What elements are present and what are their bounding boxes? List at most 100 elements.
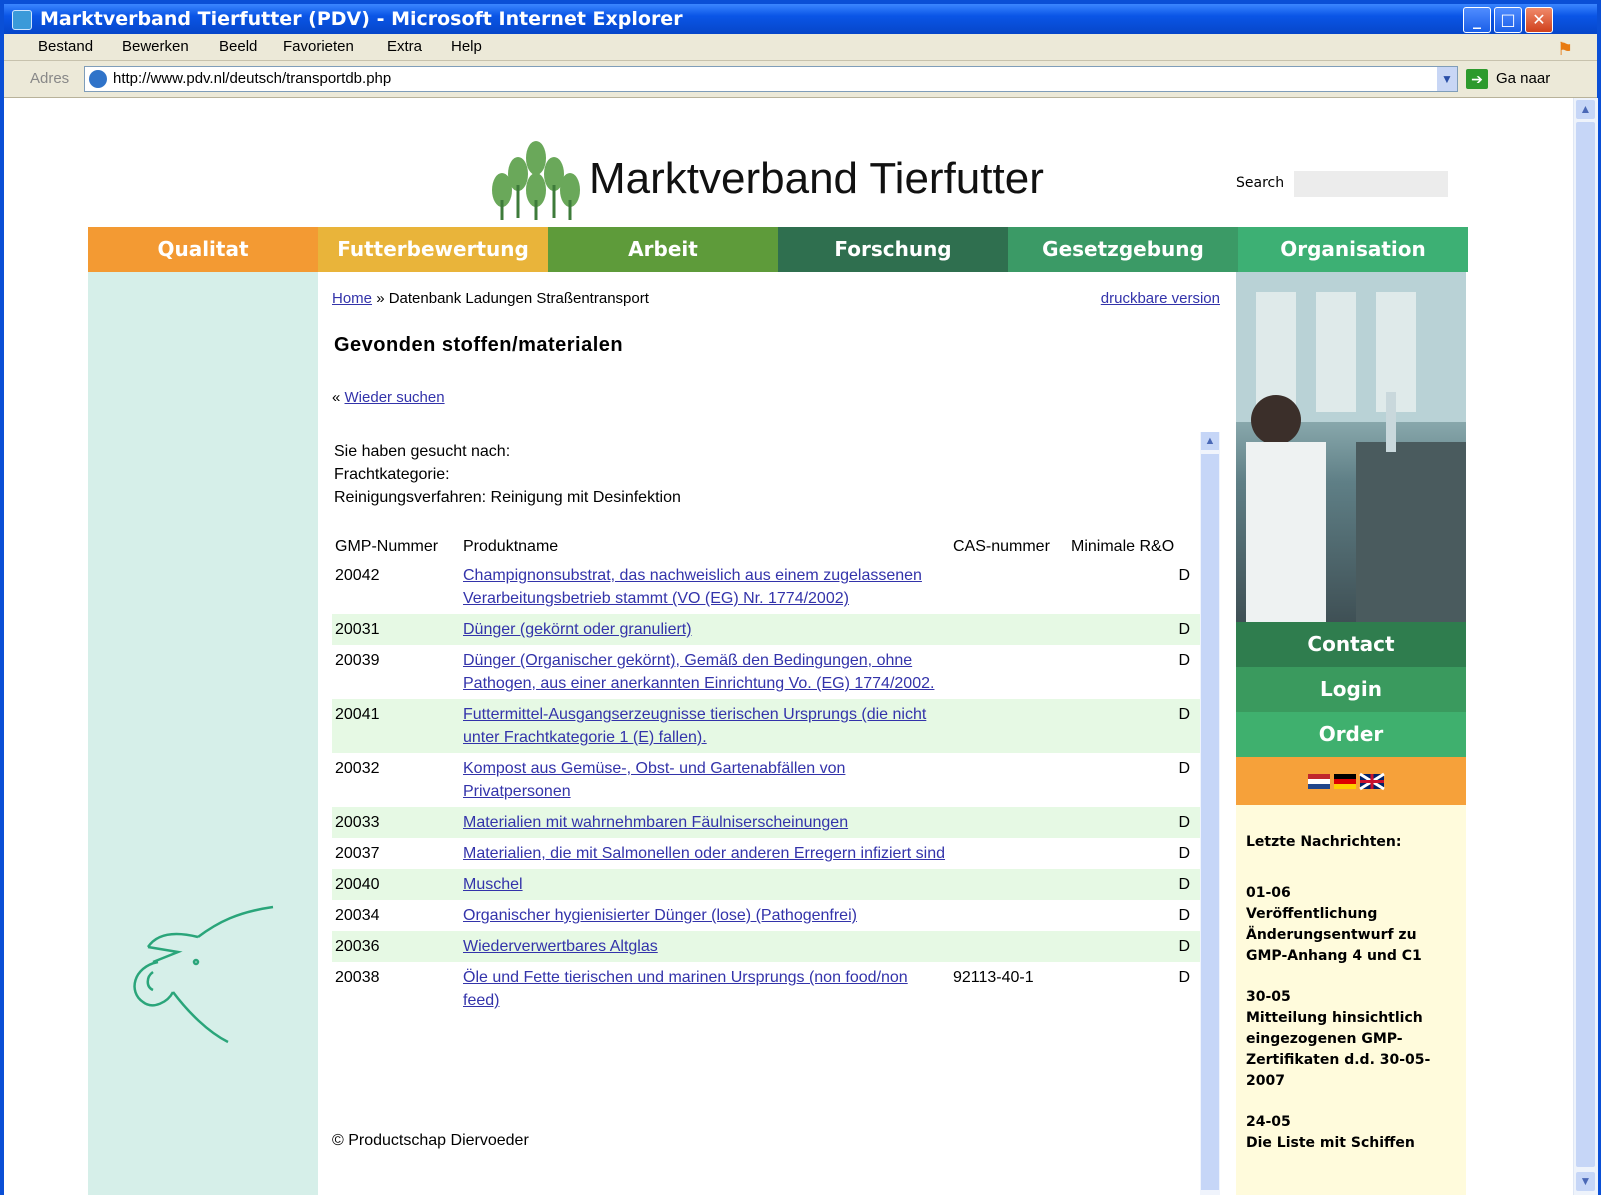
product-link[interactable]: Dünger (gekörnt oder granuliert): [463, 621, 692, 638]
left-column: [88, 272, 318, 1195]
product-link[interactable]: Muschel: [463, 876, 523, 893]
cell-name: Öle und Fette tierischen und marinen Urs…: [460, 962, 950, 1016]
nav-item-futterbewertung[interactable]: Futterbewertung: [318, 227, 548, 272]
news-text[interactable]: Veröffentlichung Änderungsentwurf zu GMP…: [1246, 904, 1456, 967]
breadcrumb-home-link[interactable]: Home: [332, 290, 372, 307]
ro-value: D: [1178, 621, 1190, 638]
gmp-number: 20032: [335, 760, 380, 777]
search-input[interactable]: [1294, 171, 1448, 197]
menu-beeld[interactable]: Beeld: [219, 34, 257, 60]
cell-cas: [950, 614, 1068, 645]
ie-page-icon: [12, 10, 32, 30]
table-row: 20036 Wiederverwertbares Altglas D: [332, 931, 1200, 962]
cell-name: Dünger (gekörnt oder granuliert): [460, 614, 950, 645]
gmp-number: 20039: [335, 652, 380, 669]
address-bar: Adres http://www.pdv.nl/deutsch/transpor…: [4, 61, 1597, 98]
cell-ro: D: [1068, 560, 1200, 614]
menu-favorieten[interactable]: Favorieten: [283, 34, 354, 60]
maximize-button[interactable]: □: [1494, 7, 1522, 33]
address-label: Adres: [30, 70, 70, 87]
minimize-button[interactable]: _: [1463, 7, 1491, 33]
cell-gmp: 20032: [332, 753, 460, 807]
query-line-2: Frachtkategorie:: [334, 466, 450, 483]
search-again-link[interactable]: Wieder suchen: [345, 389, 445, 406]
news-text[interactable]: Die Liste mit Schiffen: [1246, 1133, 1456, 1154]
gmp-number: 20041: [335, 706, 380, 723]
cell-gmp: 20038: [332, 962, 460, 1016]
product-link[interactable]: Organischer hygienisierter Dünger (lose)…: [463, 907, 857, 924]
cell-gmp: 20033: [332, 807, 460, 838]
window-scroll-down-icon[interactable]: ▼: [1576, 1172, 1595, 1191]
header-cas: CAS-nummer: [953, 538, 1050, 555]
gmp-number: 20040: [335, 876, 380, 893]
nav-item-arbeit[interactable]: Arbeit: [548, 227, 778, 272]
cell-cas: [950, 699, 1068, 753]
cell-name: Futtermittel-Ausgangserzeugnisse tierisc…: [460, 699, 950, 753]
menu-bestand[interactable]: Bestand: [38, 34, 93, 60]
gmp-number: 20033: [335, 814, 380, 831]
cell-ro: D: [1068, 931, 1200, 962]
cell-cas: [950, 645, 1068, 699]
nav-item-forschung[interactable]: Forschung: [778, 227, 1008, 272]
scroll-up-icon[interactable]: ▲: [1201, 432, 1219, 450]
product-link[interactable]: Futtermittel-Ausgangserzeugnisse tierisc…: [463, 706, 926, 746]
menu-extra[interactable]: Extra: [387, 34, 422, 60]
nav-item-organisation[interactable]: Organisation: [1238, 227, 1468, 272]
ro-value: D: [1178, 876, 1190, 893]
cell-gmp: 20036: [332, 931, 460, 962]
main-nav: Qualitat Futterbewertung Arbeit Forschung Ge…: [88, 227, 1468, 272]
window-scroll-up-icon[interactable]: ▲: [1576, 100, 1595, 119]
ro-value: D: [1178, 845, 1190, 862]
login-button[interactable]: Login: [1236, 667, 1466, 712]
go-button[interactable]: Ga naar: [1496, 70, 1550, 87]
news-date: 30-05: [1246, 989, 1291, 1005]
product-link[interactable]: Materialien, die mit Salmonellen oder an…: [463, 845, 945, 862]
back-arrow: «: [332, 389, 341, 406]
cell-ro: D: [1068, 869, 1200, 900]
print-version-link[interactable]: druckbare version: [1101, 290, 1220, 307]
window-scroll-thumb[interactable]: [1576, 122, 1595, 1167]
product-link[interactable]: Wiederverwertbares Altglas: [463, 938, 658, 955]
cell-cas: [950, 560, 1068, 614]
news-item[interactable]: 24-05 Die Liste mit Schiffen: [1246, 1112, 1456, 1154]
news-section: Letzte Nachrichten: 01-06 Veröffentlichun…: [1246, 832, 1456, 1174]
cell-name: Organischer hygienisierter Dünger (lose)…: [460, 900, 950, 931]
cell-gmp: 20037: [332, 838, 460, 869]
nav-item-gesetzgebung[interactable]: Gesetzgebung: [1008, 227, 1238, 272]
address-dropdown-icon[interactable]: ▼: [1437, 67, 1457, 91]
news-item[interactable]: 01-06 Veröffentlichung Änderungsentwurf z…: [1246, 883, 1456, 967]
window-title: Marktverband Tierfutter (PDV) - Microsof…: [40, 8, 683, 30]
table-row: 20042 Champignonsubstrat, das nachweislic…: [332, 560, 1200, 614]
close-button[interactable]: ✕: [1525, 7, 1553, 33]
cell-gmp: 20034: [332, 900, 460, 931]
news-text[interactable]: Mitteilung hinsichtlich eingezogenen GMP…: [1246, 1008, 1456, 1092]
menu-help[interactable]: Help: [451, 34, 482, 60]
product-link[interactable]: Öle und Fette tierischen und marinen Urs…: [463, 969, 908, 1009]
cell-ro: D: [1068, 645, 1200, 699]
flags-icon[interactable]: [1236, 757, 1466, 805]
cell-gmp: 20041: [332, 699, 460, 753]
product-link[interactable]: Dünger (Organischer gekörnt), Gemäß den …: [463, 652, 934, 692]
cell-cas: [950, 931, 1068, 962]
product-link[interactable]: Materialien mit wahrnehmbaren Fäulnisers…: [463, 814, 848, 831]
go-arrow-icon[interactable]: ➔: [1466, 69, 1488, 89]
cell-cas: 92113-40-1: [950, 962, 1068, 1016]
content-scrollbar[interactable]: ▲ ▼: [1200, 432, 1220, 1195]
order-button[interactable]: Order: [1236, 712, 1466, 757]
news-item[interactable]: 30-05 Mitteilung hinsichtlich eingezogene…: [1246, 987, 1456, 1092]
page-icon: [89, 70, 107, 88]
menu-bewerken[interactable]: Bewerken: [122, 34, 189, 60]
nav-item-qualitat[interactable]: Qualitat: [88, 227, 318, 272]
table-row: 20041 Futtermittel-Ausgangserzeugnisse ti…: [332, 699, 1200, 753]
footer-copyright: © Productschap Diervoeder: [332, 1132, 529, 1149]
address-url[interactable]: http://www.pdv.nl/deutsch/transportdb.ph…: [113, 70, 391, 87]
product-link[interactable]: Champignonsubstrat, das nachweislich aus…: [463, 567, 922, 607]
lab-photo: [1236, 272, 1466, 622]
right-sidebar: Contact Login Order Letzte Nachrichten: 01…: [1236, 272, 1466, 1195]
cell-ro: D: [1068, 962, 1200, 1016]
address-input[interactable]: http://www.pdv.nl/deutsch/transportdb.ph…: [84, 66, 1458, 92]
window-scrollbar[interactable]: ▲ ▼: [1573, 98, 1598, 1195]
product-link[interactable]: Kompost aus Gemüse-, Obst- und Gartenabf…: [463, 760, 845, 800]
contact-button[interactable]: Contact: [1236, 622, 1466, 667]
scroll-thumb[interactable]: [1201, 454, 1219, 1190]
